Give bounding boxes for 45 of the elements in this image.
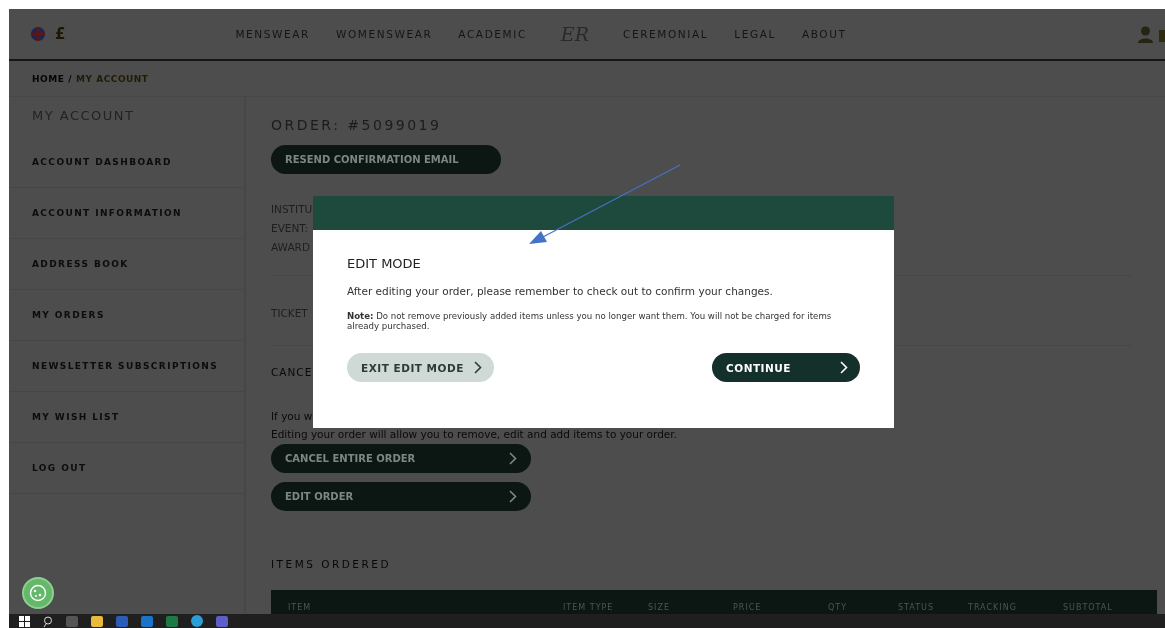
- cookie-icon: [29, 584, 47, 602]
- sidebar-item[interactable]: ADDRESS BOOK: [9, 239, 244, 290]
- currency-symbol[interactable]: £: [55, 25, 66, 43]
- column-header: SUBTOTAL: [1063, 603, 1114, 612]
- sidebar-item[interactable]: ACCOUNT DASHBOARD: [9, 137, 244, 188]
- sidebar-item[interactable]: MY WISH LIST: [9, 392, 244, 443]
- sidebar-item[interactable]: MY ORDERS: [9, 290, 244, 341]
- column-header: ITEM: [288, 603, 313, 612]
- dialog-title: EDIT MODE: [347, 256, 422, 271]
- info-text: If you w: [271, 409, 313, 424]
- continue-button[interactable]: CONTINUE: [712, 353, 860, 382]
- info-text: Editing your order will allow you to remove, edit and add items to your order.: [271, 427, 677, 442]
- resend-email-button[interactable]: RESEND CONFIRMATION EMAIL: [271, 145, 501, 174]
- column-header: ITEM TYPE: [563, 603, 615, 612]
- items-heading: ITEMS ORDERED: [271, 558, 391, 570]
- search-icon[interactable]: [43, 615, 53, 627]
- nav-link[interactable]: MENSWEAR: [235, 28, 310, 40]
- windows-start-icon[interactable]: [19, 615, 30, 627]
- column-header: TRACKING: [968, 603, 1018, 612]
- chevron-right-icon: [509, 452, 517, 465]
- dialog-note: Note: Do not remove previously added items unless you no longer want them. You will not be charged for items already purchased.: [347, 311, 833, 331]
- breadcrumb-link[interactable]: MY ACCOUNT: [76, 73, 149, 84]
- column-header: SIZE: [648, 603, 671, 612]
- order-action-button[interactable]: CANCEL ENTIRE ORDER: [271, 444, 531, 473]
- cancel-heading: CANCE: [271, 366, 313, 378]
- user-icon[interactable]: [1138, 25, 1153, 43]
- sidebar-item[interactable]: ACCOUNT INFORMATION: [9, 188, 244, 239]
- nav-link[interactable]: ACADEMIC: [458, 28, 527, 40]
- column-header: STATUS: [898, 603, 935, 612]
- breadcrumb-link[interactable]: HOME: [32, 73, 65, 84]
- sidebar-item[interactable]: NEWSLETTER SUBSCRIPTIONS: [9, 341, 244, 392]
- chevron-right-icon: [840, 361, 848, 374]
- chevron-right-icon: [474, 361, 482, 374]
- nav-link[interactable]: ABOUT: [801, 28, 847, 40]
- nav-link[interactable]: CEREMONIAL: [623, 28, 709, 40]
- chevron-right-icon: [509, 490, 517, 503]
- dialog-message: After editing your order, please remember to check out to confirm your changes.: [347, 285, 774, 297]
- exit-edit-mode-button[interactable]: EXIT EDIT MODE: [347, 353, 494, 382]
- order-action-button[interactable]: EDIT ORDER: [271, 482, 531, 511]
- column-header: PRICE: [733, 603, 763, 612]
- breadcrumb-link[interactable]: /: [68, 73, 73, 84]
- nav-link[interactable]: WOMENSWEAR: [335, 28, 433, 40]
- column-header: QTY: [828, 603, 849, 612]
- nav-link[interactable]: LEGAL: [734, 28, 776, 40]
- sidebar-item[interactable]: LOG OUT: [9, 443, 244, 494]
